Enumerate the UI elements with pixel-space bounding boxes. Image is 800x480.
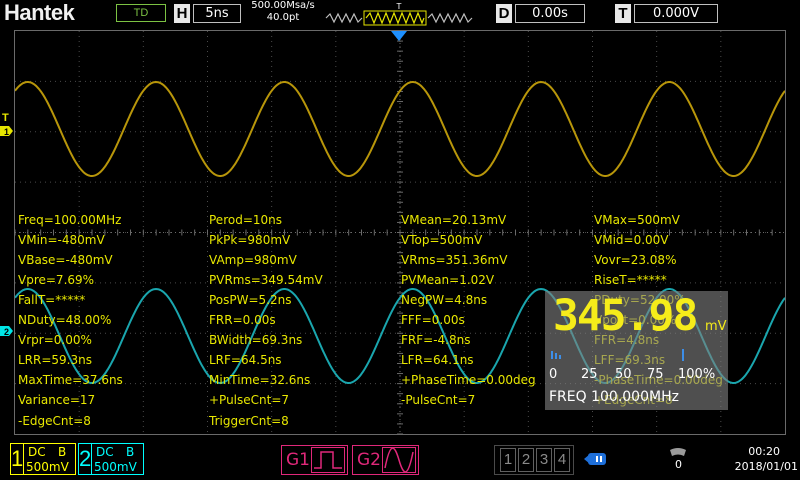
page-3-button[interactable]: 3 <box>536 448 552 472</box>
dvm-counter-overlay[interactable]: 345.98 mV 0 25 50 75 100% FREQ 100.000MH… <box>545 291 728 410</box>
clock-date: 2018/01/01 <box>734 460 798 473</box>
trigger-position-marker[interactable] <box>391 31 407 43</box>
measurement-item: MinTime=32.6ns <box>209 373 311 387</box>
usb-icon <box>584 453 606 465</box>
measurement-item: VMax=500mV <box>594 213 680 227</box>
ch2-number: 2 <box>79 444 92 474</box>
ch1-bw-limit: B <box>58 445 67 459</box>
memory-trigger-marker: T <box>396 2 402 11</box>
measurement-item: Perod=10ns <box>209 213 283 227</box>
measurement-item: TriggerCnt=8 <box>209 414 289 428</box>
dvm-scale-100: 100% <box>678 367 716 382</box>
svg-text:2: 2 <box>4 327 9 337</box>
sine-wave-icon <box>382 447 416 473</box>
ch1-scale: 500mV <box>26 460 69 474</box>
measurement-item: FallT=***** <box>18 293 86 307</box>
ch1-level-marker[interactable]: 1 <box>0 124 14 138</box>
measurement-item: MaxTime=37.6ns <box>18 373 123 387</box>
dvm-scale-75: 75 <box>647 367 664 382</box>
measurement-item: VRms=351.36mV <box>401 253 508 267</box>
trigger-label: T <box>615 4 631 23</box>
measurement-item: LFR=64.1ns <box>401 353 474 367</box>
ch2-settings[interactable]: 2 DC B 500mV <box>78 443 144 475</box>
measurement-item: -PulseCnt=7 <box>401 393 476 407</box>
dvm-scale-0: 0 <box>549 367 558 382</box>
dvm-scale-25: 25 <box>581 367 598 382</box>
measurement-item: PVMean=1.02V <box>401 273 495 287</box>
page-2-button[interactable]: 2 <box>518 448 534 472</box>
run-mode-badge[interactable]: TD <box>116 4 166 22</box>
square-wave-icon <box>311 447 345 473</box>
notification-count: 0 <box>675 458 682 471</box>
ch1-coupling: DC <box>28 445 46 459</box>
svg-text:1: 1 <box>4 127 9 137</box>
generator-1[interactable]: G1 <box>281 445 348 475</box>
dvm-value: 345.98 <box>553 291 698 341</box>
notification-icon[interactable]: 0 <box>668 446 688 472</box>
dvm-bar-tick <box>559 355 561 359</box>
page-1-button[interactable]: 1 <box>500 448 516 472</box>
ch2-bw-limit: B <box>126 445 135 459</box>
measurement-item: VMin=-480mV <box>18 233 105 247</box>
measurement-item: FRR=0.00s <box>209 313 276 327</box>
measurement-item: Variance=17 <box>18 393 96 407</box>
ch1-trigger-marker: T <box>2 112 9 124</box>
ch2-level-marker[interactable]: 2 <box>0 324 14 338</box>
measurement-item: LRF=64.5ns <box>209 353 282 367</box>
brand-logo: Hantek <box>4 0 75 25</box>
measurement-item: Vpre=7.69% <box>18 273 95 287</box>
measurement-item: NegPW=4.8ns <box>401 293 488 307</box>
dvm-bar-end-tick <box>682 349 684 361</box>
measurement-item: RiseT=***** <box>594 273 667 287</box>
measurement-item: VAmp=980mV <box>209 253 297 267</box>
memory-position-indicator[interactable]: T <box>324 2 474 26</box>
dvm-bar-tick <box>555 353 557 359</box>
timebase-value[interactable]: 5ns <box>193 4 241 23</box>
page-4-button[interactable]: 4 <box>554 448 570 472</box>
measurement-item: VTop=500mV <box>401 233 483 247</box>
generator-2[interactable]: G2 <box>352 445 419 475</box>
ch2-scale: 500mV <box>94 460 137 474</box>
ch2-coupling: DC <box>96 445 114 459</box>
dvm-frequency: FREQ 100.000MHz <box>549 389 679 405</box>
measurement-item: VMean=20.13mV <box>401 213 507 227</box>
measurement-item: PosPW=5.2ns <box>209 293 292 307</box>
measurement-item: Vovr=23.08% <box>594 253 677 267</box>
top-status-bar: Hantek TD H 5ns 500.00Msa/s 40.0pt T D 0… <box>0 0 800 28</box>
measurement-item: FFF=0.00s <box>401 313 465 327</box>
timebase-label: H <box>174 4 190 23</box>
delay-value[interactable]: 0.00s <box>515 4 585 23</box>
measurement-item: -EdgeCnt=8 <box>18 414 91 428</box>
measurement-item: NDuty=48.00% <box>18 313 112 327</box>
dvm-unit: mV <box>705 319 727 334</box>
measurement-item: LRR=59.3ns <box>18 353 92 367</box>
dvm-bar-tick <box>551 351 553 359</box>
measurement-item: Freq=100.00MHz <box>18 213 122 227</box>
ch1-settings[interactable]: 1 DC B 500mV <box>10 443 76 475</box>
measurement-item: PkPk=980mV <box>209 233 291 247</box>
delay-label: D <box>496 4 512 23</box>
measurement-item: +PulseCnt=7 <box>209 393 290 407</box>
generator-1-label: G1 <box>286 450 310 470</box>
measurement-item: VBase=-480mV <box>18 253 113 267</box>
trigger-level-value[interactable]: 0.000V <box>634 4 718 23</box>
sample-points: 40.0pt <box>266 12 300 23</box>
measurement-item: FRF=-4.8ns <box>401 333 471 347</box>
measurement-item: +PhaseTime=0.00deg <box>401 373 536 387</box>
clock-time: 00:20 <box>748 445 780 458</box>
measurement-item: VMid=0.00V <box>594 233 669 247</box>
ch1-number: 1 <box>11 444 24 474</box>
dvm-scale-50: 50 <box>615 367 632 382</box>
generator-2-label: G2 <box>357 450 381 470</box>
acquisition-info: 500.00Msa/s 40.0pt <box>244 0 322 24</box>
measurement-item: Vrpr=0.00% <box>18 333 92 347</box>
measurement-item: BWidth=69.3ns <box>209 333 303 347</box>
measurement-item: PVRms=349.54mV <box>209 273 323 287</box>
sample-rate: 500.00Msa/s <box>251 0 315 11</box>
